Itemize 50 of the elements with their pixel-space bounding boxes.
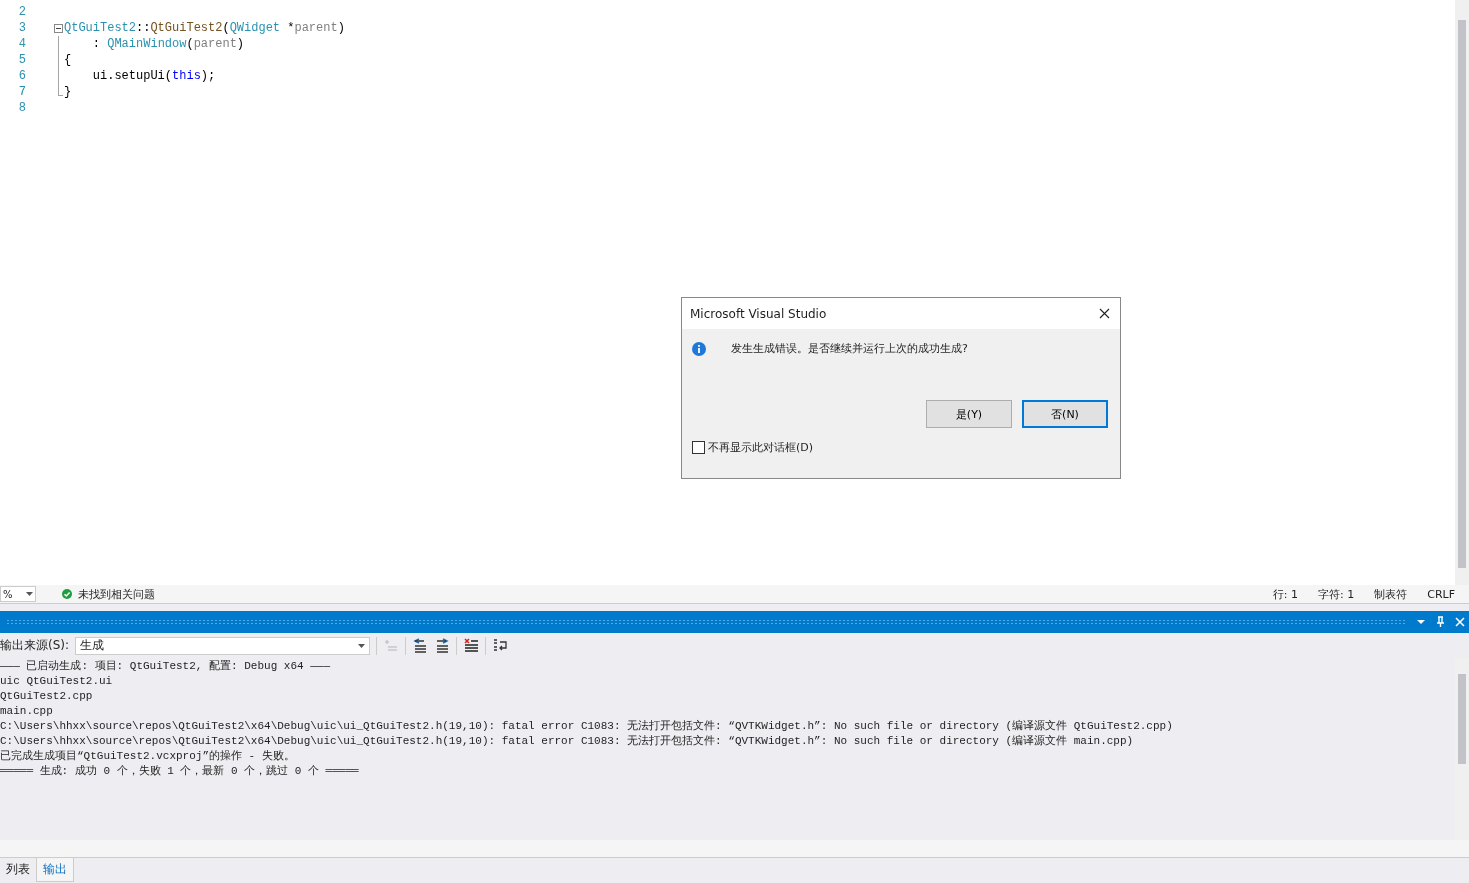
caret-icon (26, 592, 33, 596)
code-line: : QMainWindow(parent) (91, 36, 245, 52)
dropdown-icon[interactable] (1416, 619, 1426, 625)
line-number: 2 (17, 4, 26, 20)
dialog-message: 发生生成错误。是否继续并运行上次的成功生成? (731, 341, 968, 356)
source-label: 输出来源(S): (0, 637, 70, 654)
code-line: { (64, 52, 72, 68)
line-number: 4 (17, 36, 26, 52)
status-item[interactable]: 字符: 1 (1318, 586, 1355, 602)
scrollbar[interactable] (1455, 0, 1469, 585)
output-line: main.cpp (0, 704, 54, 719)
output-line: ——— 已启动生成: 项目: QtGuiTest2, 配置: Debug x64 ——— (0, 659, 332, 674)
info-icon (692, 341, 706, 356)
horizontal-scrollbar[interactable] (0, 840, 1469, 857)
output-line: QtGuiTest2.cpp (0, 689, 94, 704)
output-line: C:\Users\hhxx\source\repos\QtGuiTest2\x64\Debug\uic\ui_QtGuiTest2.h(19,10): fatal error C1083: 无法打开包括文件: “QVTKWidget.h”: No such file or directory (编译源文件 QtGuiTest2.cpp) (0, 719, 1174, 734)
status-item[interactable]: CRLF (1427, 587, 1455, 601)
clear-all-icon[interactable] (463, 637, 480, 654)
output-line: 已完成生成项目“QtGuiTest2.vcxproj”的操作 - 失败。 (0, 749, 296, 764)
word-wrap-icon[interactable] (492, 637, 509, 654)
issues-status[interactable]: 未找到相关问题 (78, 586, 155, 602)
panel-tab[interactable]: 列表 (0, 858, 36, 882)
check-icon (62, 589, 72, 599)
previous-message-icon[interactable] (412, 637, 429, 654)
code-line: ui.setupUi(this); (91, 68, 216, 84)
dialog-button[interactable]: 否(N) (1022, 400, 1108, 428)
checkbox[interactable] (692, 441, 705, 454)
line-number: 6 (17, 68, 26, 84)
code-line: } (64, 84, 72, 100)
line-number: 8 (17, 100, 26, 116)
output-line: uic QtGuiTest2.ui (0, 674, 114, 689)
code-line: QtGuiTest2::QtGuiTest2(QWidget *parent) (64, 20, 345, 36)
checkbox-label[interactable]: 不再显示此对话框(D) (708, 440, 814, 455)
status-item[interactable]: 制表符 (1374, 586, 1408, 602)
dialog-button[interactable]: 是(Y) (926, 400, 1012, 428)
dialog-title: Microsoft Visual Studio (690, 306, 827, 321)
close-icon[interactable] (1099, 308, 1110, 319)
line-number: 5 (17, 52, 26, 68)
pin-icon[interactable] (1436, 616, 1445, 628)
source-dropdown[interactable]: 生成 (75, 636, 371, 655)
next-message-icon[interactable] (434, 637, 451, 654)
output-line: ═════ 生成: 成功 0 个，失败 1 个，最新 0 个，跳过 0 个 ═════ (0, 764, 360, 779)
panel-tab[interactable]: 输出 (36, 858, 74, 882)
collapse-icon[interactable] (54, 23, 63, 33)
status-item[interactable]: 行: 1 (1272, 586, 1298, 602)
line-number: 7 (17, 84, 26, 100)
output-line: C:\Users\hhxx\source\repos\QtGuiTest2\x64\Debug\uic\ui_QtGuiTest2.h(19,10): fatal error C1083: 无法打开包括文件: “QVTKWidget.h”: No such file or directory (编译源文件 main.cpp) (0, 734, 1135, 749)
line-number: 3 (17, 20, 26, 36)
zoom-dropdown[interactable]: % (0, 586, 36, 602)
caret-icon (358, 643, 366, 648)
